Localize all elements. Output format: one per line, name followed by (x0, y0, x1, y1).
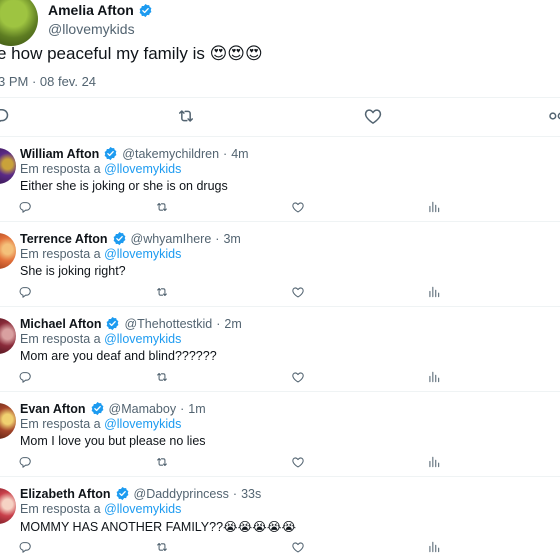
separator-dot: · (232, 486, 238, 501)
reply-author-row: Evan Afton @Mamaboy · 1m (20, 401, 206, 416)
reply-timestamp[interactable]: 1m (188, 402, 205, 416)
author-name[interactable]: Amelia Afton (48, 2, 134, 18)
in-reply-to: Em resposta a @llovemykids (20, 247, 181, 261)
retweet-icon[interactable] (155, 285, 169, 299)
like-icon[interactable] (291, 455, 305, 469)
reply-action-bar (0, 455, 560, 471)
like-icon[interactable] (291, 370, 305, 384)
reply-text: Mom I love you but please no lies (20, 434, 206, 448)
like-icon[interactable] (291, 540, 305, 554)
main-author-row: Amelia Afton (48, 2, 153, 18)
reply-text: Mom are you deaf and blind?????? (20, 349, 217, 363)
reply-timestamp[interactable]: 3m (223, 232, 240, 246)
in-reply-to: Em resposta a @llovemykids (20, 502, 181, 516)
reply-item[interactable]: Michael Afton @Thehottestkid · 2m Em res… (0, 306, 560, 391)
reply-author-row: Michael Afton @Thehottestkid · 2m (20, 316, 242, 331)
like-icon[interactable] (291, 285, 305, 299)
reply-author-name[interactable]: William Afton (20, 147, 99, 161)
reply-author-name[interactable]: Evan Afton (20, 402, 86, 416)
reply-timestamp[interactable]: 2m (224, 317, 241, 331)
author-handle[interactable]: @llovemykids (48, 21, 135, 37)
reply-author-handle[interactable]: @Daddyprincess (134, 487, 229, 501)
in-reply-label: Em resposta a (20, 247, 101, 261)
tweet-timestamp[interactable]: 3 PM · 08 fev. 24 (0, 74, 96, 89)
retweet-icon[interactable] (155, 200, 169, 214)
reply-action-bar (0, 540, 560, 556)
reply-item[interactable]: Elizabeth Afton @Daddyprincess · 33s Em … (0, 476, 560, 560)
reply-item[interactable]: Evan Afton @Mamaboy · 1m Em resposta a @… (0, 391, 560, 476)
reply-icon[interactable] (18, 455, 32, 469)
analytics-icon[interactable] (427, 455, 441, 469)
verified-badge-icon (105, 316, 120, 331)
analytics-icon[interactable] (427, 285, 441, 299)
reply-item[interactable]: Terrence Afton @whyamIhere · 3m Em respo… (0, 221, 560, 306)
avatar[interactable] (0, 148, 16, 184)
reply-author-handle[interactable]: @takemychildren (122, 147, 219, 161)
in-reply-to: Em resposta a @llovemykids (20, 162, 181, 176)
separator-dot: · (223, 146, 228, 161)
avatar[interactable] (0, 0, 38, 46)
retweet-icon[interactable] (155, 455, 169, 469)
divider (0, 97, 560, 98)
mention-link[interactable]: @llovemykids (104, 332, 181, 346)
analytics-icon[interactable] (427, 370, 441, 384)
reply-icon[interactable] (18, 540, 32, 554)
avatar[interactable] (0, 318, 16, 354)
mention-link[interactable]: @llovemykids (104, 162, 181, 176)
separator-dot: · (215, 231, 220, 246)
retweet-icon[interactable] (155, 540, 169, 554)
reply-icon[interactable] (18, 370, 32, 384)
reply-icon[interactable] (18, 285, 32, 299)
reply-author-handle[interactable]: @whyamIhere (131, 232, 212, 246)
reply-icon[interactable] (0, 106, 10, 126)
in-reply-label: Em resposta a (20, 417, 101, 431)
reply-text: Either she is joking or she is on drugs (20, 179, 228, 193)
reply-action-bar (0, 285, 560, 301)
reply-author-name[interactable]: Michael Afton (20, 317, 101, 331)
share-icon[interactable] (547, 106, 560, 126)
verified-badge-icon (90, 401, 105, 416)
like-icon[interactable] (363, 106, 383, 126)
separator-dot: · (180, 401, 185, 416)
reply-action-bar (0, 200, 560, 216)
tweet-action-bar (0, 106, 560, 128)
reply-timestamp[interactable]: 33s (241, 487, 261, 501)
retweet-icon[interactable] (155, 370, 169, 384)
like-icon[interactable] (291, 200, 305, 214)
main-tweet: Amelia Afton @llovemykids e how peaceful… (0, 0, 560, 136)
mention-link[interactable]: @llovemykids (104, 247, 181, 261)
in-reply-to: Em resposta a @llovemykids (20, 332, 181, 346)
analytics-icon[interactable] (427, 540, 441, 554)
verified-badge-icon (103, 146, 118, 161)
in-reply-label: Em resposta a (20, 502, 101, 516)
in-reply-to: Em resposta a @llovemykids (20, 417, 181, 431)
reply-author-name[interactable]: Terrence Afton (20, 232, 108, 246)
reply-timestamp[interactable]: 4m (231, 147, 248, 161)
retweet-icon[interactable] (176, 106, 196, 126)
tweet-text: e how peaceful my family is 😍😍😍 (0, 44, 263, 63)
mention-link[interactable]: @llovemykids (104, 502, 181, 516)
reply-author-row: Terrence Afton @whyamIhere · 3m (20, 231, 241, 246)
verified-badge-icon (112, 231, 127, 246)
avatar[interactable] (0, 488, 16, 524)
reply-author-handle[interactable]: @Mamaboy (109, 402, 177, 416)
analytics-icon[interactable] (427, 200, 441, 214)
in-reply-label: Em resposta a (20, 162, 101, 176)
reply-author-row: William Afton @takemychildren · 4m (20, 146, 249, 161)
in-reply-label: Em resposta a (20, 332, 101, 346)
avatar[interactable] (0, 233, 16, 269)
reply-text: MOMMY HAS ANOTHER FAMILY??😭😭😭😭😭 (20, 520, 297, 534)
reply-action-bar (0, 370, 560, 386)
reply-icon[interactable] (18, 200, 32, 214)
verified-badge-icon (138, 3, 153, 18)
avatar[interactable] (0, 403, 16, 439)
reply-text: She is joking right? (20, 264, 126, 278)
reply-author-handle[interactable]: @Thehottestkid (124, 317, 212, 331)
verified-badge-icon (115, 486, 130, 501)
reply-author-row: Elizabeth Afton @Daddyprincess · 33s (20, 486, 261, 501)
separator-dot: · (216, 316, 221, 331)
reply-author-name[interactable]: Elizabeth Afton (20, 487, 111, 501)
reply-item[interactable]: William Afton @takemychildren · 4m Em re… (0, 136, 560, 221)
mention-link[interactable]: @llovemykids (104, 417, 181, 431)
